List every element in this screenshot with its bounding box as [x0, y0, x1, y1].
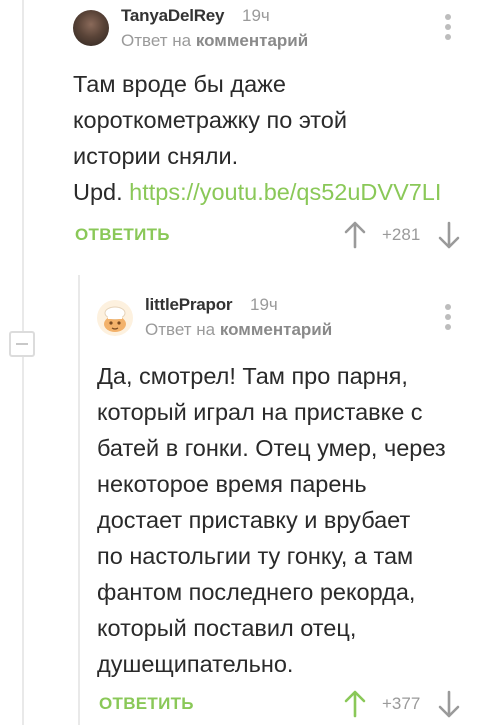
comment-time: 19ч — [250, 295, 278, 314]
comment-line: душещипательно. — [97, 651, 294, 677]
reply-button[interactable]: ОТВЕТИТЬ — [99, 694, 194, 714]
comment-line: достает приставку и врубает — [97, 507, 411, 533]
arrow-up-icon[interactable] — [343, 689, 367, 719]
thread-line — [22, 0, 24, 725]
avatar[interactable] — [97, 300, 133, 336]
comment-line: батей в гонки. Отец умер, через — [97, 435, 446, 461]
comment-line: фантом последнего рекорда, — [97, 579, 416, 605]
comment-body: Там вроде бы даже короткометражку по это… — [73, 66, 473, 210]
youtube-link[interactable]: https://youtu.be/qs52uDVV7LI — [129, 179, 441, 205]
reply-to-note: Ответ на комментарий — [145, 320, 332, 340]
comment-score: +281 — [382, 225, 421, 244]
reply-thread-line — [78, 275, 80, 725]
comment-line: который играл на приставке с — [97, 399, 423, 425]
arrow-down-icon[interactable] — [437, 220, 461, 250]
comment-author[interactable]: littlePrapor — [145, 295, 233, 315]
avatar-image — [97, 300, 133, 336]
arrow-down-icon[interactable] — [437, 689, 461, 719]
comment-author[interactable]: TanyaDelRey — [121, 6, 225, 26]
reply-to-link[interactable]: комментарий — [196, 31, 308, 50]
comment-line: который поставил отец, — [97, 615, 357, 641]
reply-button[interactable]: ОТВЕТИТЬ — [75, 225, 170, 245]
comment-line: Upd. https://youtu.be/qs52uDVV7LI — [73, 174, 473, 210]
more-vertical-icon[interactable] — [445, 304, 451, 334]
comment-line: Там вроде бы даже — [73, 71, 286, 97]
avatar[interactable] — [73, 10, 109, 46]
comment-actions: ОТВЕТИТЬ +281 — [0, 220, 480, 250]
comment-line: Да, смотрел! Там про парня, — [97, 363, 408, 389]
reply-to-prefix: Ответ на — [145, 320, 216, 339]
comment-time: 19ч — [242, 6, 270, 25]
arrow-up-icon[interactable] — [343, 220, 367, 250]
comment-actions: ОТВЕТИТЬ +377 — [0, 689, 480, 719]
comment-line: некоторое время парень — [97, 471, 367, 497]
comment-line: короткометражку по этой — [73, 107, 348, 133]
collapse-thread-button[interactable] — [9, 331, 35, 357]
upd-label: Upd. — [73, 179, 123, 205]
comment-line: истории сняли. — [73, 143, 239, 169]
comment-body: Да, смотрел! Там про парня, который игра… — [97, 358, 472, 682]
reply-to-note: Ответ на комментарий — [121, 31, 308, 51]
more-vertical-icon[interactable] — [445, 14, 451, 44]
reply-to-prefix: Ответ на — [121, 31, 192, 50]
comment-line: по настольгии ту гонку, а там — [97, 543, 414, 569]
reply-to-link[interactable]: комментарий — [220, 320, 332, 339]
comment-score: +377 — [382, 694, 421, 713]
